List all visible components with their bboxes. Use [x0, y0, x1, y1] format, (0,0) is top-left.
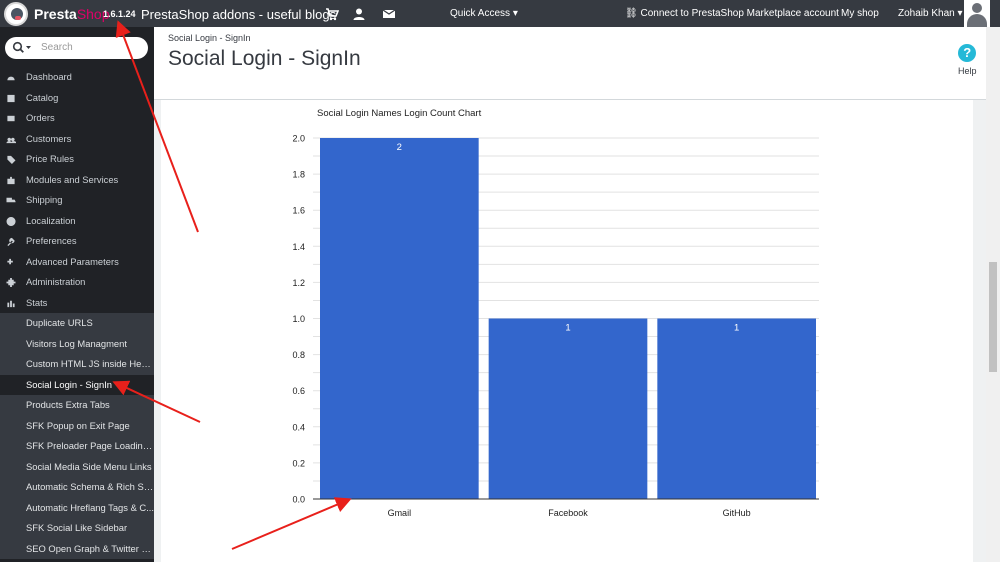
bar	[320, 138, 479, 499]
y-tick-label: 1.8	[292, 170, 305, 180]
y-tick-label: 0.8	[292, 350, 305, 360]
y-tick-label: 2.0	[292, 134, 305, 144]
page-scrollbar[interactable]	[986, 27, 1000, 562]
bar	[488, 318, 648, 499]
x-category-label: Facebook	[548, 508, 588, 518]
y-tick-label: 1.2	[292, 278, 305, 288]
y-tick-label: 0.6	[292, 386, 305, 396]
bar-data-label: 2	[397, 142, 402, 153]
x-category-label: GitHub	[723, 508, 751, 518]
y-tick-label: 0.0	[292, 495, 305, 505]
y-tick-label: 1.4	[292, 242, 305, 252]
x-category-label: Gmail	[388, 508, 412, 518]
y-tick-label: 1.6	[292, 206, 305, 216]
y-tick-label: 1.0	[292, 314, 305, 324]
bar-data-label: 1	[565, 323, 570, 334]
bar-data-label: 1	[734, 323, 739, 334]
bar-chart: 0.0 0.2 0.4 0.6 0.8 1.0 1.2 1.4 1.6 1.8 2.0 2 Gmail 1…	[292, 134, 819, 518]
y-tick-label: 0.2	[292, 458, 305, 468]
y-tick-label: 0.4	[292, 422, 305, 432]
bar	[657, 318, 816, 499]
scrollbar-thumb[interactable]	[989, 262, 997, 372]
